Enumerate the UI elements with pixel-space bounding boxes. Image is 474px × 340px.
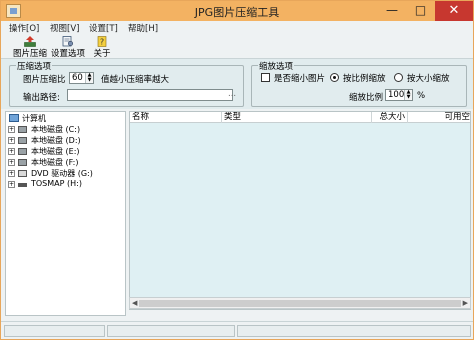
compress-options-legend: 压缩选项: [16, 60, 53, 72]
output-path-input[interactable]: [67, 89, 233, 101]
about-button-label: 关于: [93, 49, 111, 59]
scale-value: 100: [388, 90, 405, 100]
menu-view[interactable]: 视图[V]: [50, 22, 79, 34]
ratio-label: 图片压缩比: [23, 75, 66, 85]
status-cell: [237, 325, 471, 337]
drive-icon: [18, 159, 27, 166]
app-window: JPG图片压缩工具 — □ ✕ 操作[O] 视图[V] 设置[T] 帮助[H] …: [0, 0, 474, 340]
tree-root-label: 计算机: [22, 114, 46, 123]
horizontal-scrollbar[interactable]: ◀ ▶: [129, 297, 471, 309]
scale-spinbox[interactable]: 100 ▲ ▼: [385, 89, 413, 101]
scroll-left-icon[interactable]: ◀: [132, 299, 137, 307]
expand-icon[interactable]: +: [8, 148, 15, 155]
menu-bar: 操作[O] 视图[V] 设置[T] 帮助[H]: [1, 21, 473, 34]
drive-icon: [18, 148, 27, 155]
thumbnail-label: 是否缩小图片: [274, 74, 326, 84]
tree-root[interactable]: 计算机: [6, 113, 121, 124]
scale-unit: %: [417, 91, 426, 101]
maximize-button[interactable]: □: [407, 1, 434, 21]
scale-options-group: 缩放选项 是否缩小图片 按比例缩放 按大小缩放 缩放比例 100 ▲ ▼ %: [251, 60, 467, 107]
browse-button[interactable]: ...: [228, 89, 236, 99]
scale-label: 缩放比例: [349, 93, 384, 103]
settings-button[interactable]: 设置选项: [51, 35, 86, 59]
file-list-header: 名称 类型 总大小 可用空: [130, 112, 470, 123]
usb-drive-icon: [18, 183, 27, 187]
scale-options-legend: 缩放选项: [258, 60, 295, 72]
ratio-value: 60: [72, 73, 83, 83]
folder-tree[interactable]: 计算机 + 本地磁盘 (C:) + 本地磁盘 (D:) + 本地磁盘 (E:) …: [5, 111, 126, 316]
output-path-label: 输出路径:: [23, 93, 60, 103]
options-panel: 压缩选项 图片压缩比 60 ▲ ▼ 值越小压缩率越大 输出路径: ... 缩放选项…: [1, 59, 473, 109]
title-bar[interactable]: JPG图片压缩工具 — □ ✕: [1, 1, 473, 21]
settings-icon: [62, 36, 74, 47]
computer-icon: [9, 114, 19, 122]
proportional-label: 按比例缩放: [343, 74, 386, 84]
tree-item-label: 本地磁盘 (C:): [31, 125, 81, 134]
thumbnail-checkbox[interactable]: [261, 73, 270, 82]
compress-button-label: 图片压缩: [12, 49, 47, 59]
proportional-radio[interactable]: [330, 73, 339, 82]
expand-icon[interactable]: +: [8, 159, 15, 166]
tree-item[interactable]: + 本地磁盘 (C:): [6, 124, 121, 135]
compress-icon: [24, 36, 36, 47]
tree-item[interactable]: + 本地磁盘 (F:): [6, 157, 121, 168]
column-free-space[interactable]: 可用空: [408, 112, 470, 123]
status-bar: [1, 321, 473, 339]
expand-icon[interactable]: +: [8, 170, 15, 177]
scale-spin-arrows-icon[interactable]: ▲ ▼: [404, 90, 412, 100]
ratio-hint: 值越小压缩率越大: [101, 75, 170, 85]
drive-icon: [18, 137, 27, 144]
drive-icon: [18, 126, 27, 133]
menu-help[interactable]: 帮助[H]: [128, 22, 158, 34]
column-total-size[interactable]: 总大小: [372, 112, 408, 123]
status-cell: [4, 325, 105, 337]
dvd-drive-icon: [18, 170, 27, 177]
tree-item-label: 本地磁盘 (E:): [31, 147, 80, 156]
size-radio[interactable]: [394, 73, 403, 82]
tree-item-label: TOSMAP (H:): [31, 179, 82, 188]
column-name[interactable]: 名称: [130, 112, 222, 123]
tree-item[interactable]: + TOSMAP (H:): [6, 179, 121, 190]
close-button[interactable]: ✕: [435, 1, 473, 21]
about-icon: ?: [97, 36, 107, 47]
tree-item-label: DVD 驱动器 (G:): [31, 169, 93, 178]
status-cell: [107, 325, 235, 337]
size-label: 按大小缩放: [407, 74, 450, 84]
toolbar: 图片压缩 设置选项 ? 关于: [1, 34, 473, 59]
ratio-spinbox[interactable]: 60 ▲ ▼: [69, 72, 94, 84]
expand-icon[interactable]: +: [8, 181, 15, 188]
expand-icon[interactable]: +: [8, 126, 15, 133]
about-button[interactable]: ? 关于: [91, 35, 113, 59]
expand-icon[interactable]: +: [8, 137, 15, 144]
minimize-button[interactable]: —: [378, 1, 406, 21]
tree-item-label: 本地磁盘 (D:): [31, 136, 81, 145]
menu-settings[interactable]: 设置[T]: [89, 22, 118, 34]
settings-button-label: 设置选项: [51, 49, 86, 59]
tree-item[interactable]: + 本地磁盘 (E:): [6, 146, 121, 157]
svg-text:?: ?: [100, 38, 104, 47]
compress-button[interactable]: 图片压缩: [12, 35, 48, 59]
ratio-spin-arrows-icon[interactable]: ▲ ▼: [85, 73, 93, 83]
tree-item[interactable]: + 本地磁盘 (D:): [6, 135, 121, 146]
column-type[interactable]: 类型: [222, 112, 372, 123]
tree-item[interactable]: + DVD 驱动器 (G:): [6, 168, 121, 179]
compress-options-group: 压缩选项 图片压缩比 60 ▲ ▼ 值越小压缩率越大 输出路径: ...: [9, 60, 244, 107]
scroll-right-icon[interactable]: ▶: [463, 299, 468, 307]
file-list[interactable]: 名称 类型 总大小 可用空: [129, 111, 471, 310]
tree-item-label: 本地磁盘 (F:): [31, 158, 79, 167]
menu-operate[interactable]: 操作[O]: [9, 22, 39, 34]
scroll-thumb[interactable]: [139, 300, 461, 307]
